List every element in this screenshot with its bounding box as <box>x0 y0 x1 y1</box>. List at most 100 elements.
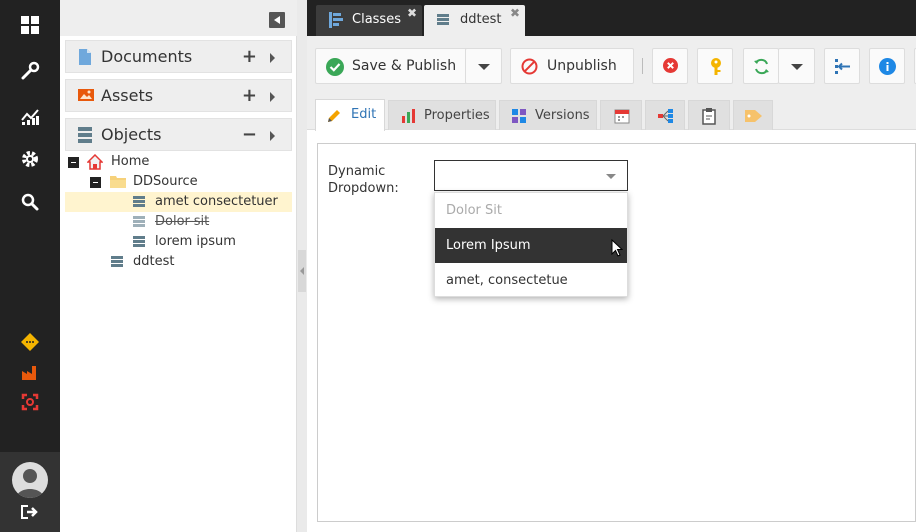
dashboard-icon[interactable] <box>18 13 42 37</box>
expand-arrow-icon[interactable] <box>270 131 275 141</box>
factory-icon[interactable] <box>18 360 42 384</box>
tab-classes[interactable]: Classes ✖ <box>316 5 422 36</box>
tab-edit[interactable]: Edit <box>315 99 385 131</box>
tab-ddtest[interactable]: ddtest ✖ <box>424 5 525 36</box>
delete-button[interactable] <box>652 48 688 84</box>
chevron-down-icon <box>478 64 490 70</box>
pencil-icon <box>326 108 342 128</box>
chart-icon[interactable] <box>18 104 42 128</box>
tab-properties[interactable]: Properties <box>388 100 496 130</box>
object-icon <box>133 236 145 249</box>
collapse-toggle-icon[interactable] <box>68 157 79 168</box>
user-avatar[interactable] <box>12 462 48 498</box>
tree-node-label: Dolor-sit <box>155 214 210 229</box>
save-publish-button[interactable]: Save & Publish <box>315 48 470 84</box>
logout-icon[interactable] <box>20 504 40 520</box>
collapse-panel-icon[interactable] <box>269 12 285 28</box>
gear-icon[interactable] <box>18 147 42 171</box>
documents-label: Documents <box>101 47 193 66</box>
tree-locate-icon <box>834 58 851 79</box>
splitter-grip[interactable] <box>298 250 306 292</box>
tag-icon <box>745 109 763 127</box>
panel-splitter[interactable] <box>297 0 307 532</box>
collapse-toggle-icon[interactable] <box>90 177 101 188</box>
editor-tab-bar: Classes ✖ ddtest ✖ <box>307 0 916 36</box>
expand-arrow-icon[interactable] <box>270 53 275 63</box>
dropdown-options-list: Dolor Sit Lorem Ipsum amet, consectetue <box>434 192 628 297</box>
unpublish-button[interactable]: Unpublish <box>510 48 634 84</box>
tree-node-ddsource[interactable]: DDSource <box>60 172 297 192</box>
object-icon <box>111 256 123 269</box>
objects-label: Objects <box>101 125 162 144</box>
add-asset-icon[interactable]: + <box>242 87 257 105</box>
object-subtabs: Edit Properties Versions <box>307 96 916 131</box>
dependencies-icon <box>658 109 674 127</box>
properties-icon <box>400 108 416 128</box>
object-icon <box>133 216 145 229</box>
chevron-down-icon <box>791 64 803 70</box>
object-icon <box>133 196 145 209</box>
close-icon[interactable]: ✖ <box>510 6 520 20</box>
tree-node-label: DDSource <box>133 174 198 189</box>
show-in-tree-button[interactable] <box>824 48 860 84</box>
tree-node-label: lorem ipsum <box>155 234 236 249</box>
user-area <box>0 452 60 532</box>
navigation-tree-panel: Documents + Assets + Objects − Home DDSo… <box>60 0 297 532</box>
main-navigation-rail <box>0 0 60 532</box>
collapse-objects-icon[interactable]: − <box>242 126 257 144</box>
image-icon <box>78 88 94 104</box>
option-label: Lorem Ipsum <box>446 238 531 253</box>
document-icon <box>78 49 94 65</box>
key-icon <box>708 57 724 79</box>
add-document-icon[interactable]: + <box>242 48 257 66</box>
close-icon[interactable]: ✖ <box>407 6 417 20</box>
tree-panel-header <box>60 0 297 36</box>
tree-node-label: ddtest <box>133 254 175 269</box>
tab-notes[interactable] <box>688 100 730 130</box>
toolbar-separator <box>642 58 643 74</box>
tab-tags[interactable] <box>733 100 773 130</box>
tree-node-lorem-ipsum[interactable]: lorem ipsum <box>60 232 297 252</box>
tab-schedule[interactable] <box>600 100 642 130</box>
objects-section[interactable]: Objects − <box>65 118 292 151</box>
tree-node-ddtest[interactable]: ddtest <box>60 252 297 272</box>
main-editor-area: Classes ✖ ddtest ✖ Save & Publish Unpubl… <box>307 0 916 532</box>
tree-node-label: amet consectetuer <box>155 194 278 209</box>
save-publish-label: Save & Publish <box>352 58 457 74</box>
wrench-icon[interactable] <box>18 59 42 83</box>
prohibited-icon <box>521 58 538 79</box>
rename-button[interactable] <box>697 48 733 84</box>
unpublish-label: Unpublish <box>547 58 617 74</box>
expand-arrow-icon[interactable] <box>270 92 275 102</box>
tree-node-label: Home <box>111 154 150 169</box>
search-icon[interactable] <box>18 190 42 214</box>
assets-section[interactable]: Assets + <box>65 79 292 112</box>
objects-icon <box>78 127 94 143</box>
calendar-icon <box>614 108 630 128</box>
clipboard-icon <box>702 108 716 129</box>
dropdown-option[interactable]: Lorem Ipsum <box>435 228 627 263</box>
info-icon <box>879 58 896 79</box>
dropdown-option[interactable]: amet, consectetue <box>435 263 627 298</box>
tab-properties-label: Properties <box>424 108 490 123</box>
tree-node-home[interactable]: Home <box>60 152 297 172</box>
chevron-down-icon[interactable] <box>606 174 616 179</box>
edit-form-panel: Dynamic Dropdown: Dolor Sit Lorem Ipsum … <box>317 143 916 522</box>
reload-options-dropdown[interactable] <box>778 48 815 84</box>
target-icon[interactable] <box>18 390 42 414</box>
documents-section[interactable]: Documents + <box>65 40 292 73</box>
object-toolbar: Save & Publish Unpublish <box>307 36 916 96</box>
notification-icon[interactable] <box>18 330 42 354</box>
tree-node-amet-consectetuer[interactable]: amet consectetuer <box>65 192 292 212</box>
reload-button[interactable] <box>743 48 779 84</box>
dynamic-dropdown-select[interactable] <box>434 160 628 191</box>
tab-dependencies[interactable] <box>645 100 685 130</box>
dropdown-option: Dolor Sit <box>446 203 502 218</box>
tree-node-dolor-sit[interactable]: Dolor-sit <box>60 212 297 232</box>
save-options-dropdown[interactable] <box>465 48 502 84</box>
tab-label: ddtest <box>460 12 502 27</box>
tab-versions[interactable]: Versions <box>499 100 597 130</box>
check-circle-icon <box>326 58 344 80</box>
assets-label: Assets <box>101 86 154 105</box>
info-button[interactable] <box>869 48 905 84</box>
